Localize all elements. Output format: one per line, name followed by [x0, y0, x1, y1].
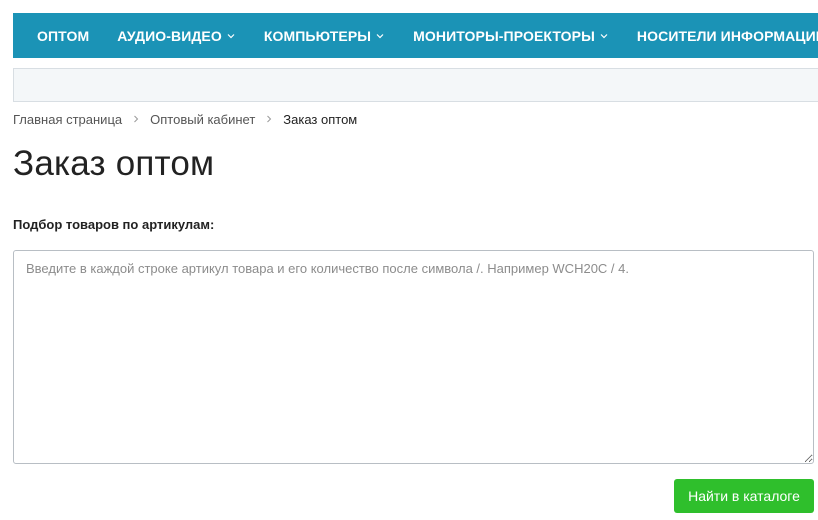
nav-item-monitors-projectors[interactable]: МОНИТОРЫ-ПРОЕКТОРЫ	[413, 28, 609, 44]
chevron-down-icon	[375, 31, 385, 41]
chevron-right-icon	[132, 114, 140, 124]
page: ОПТОМ АУДИО-ВИДЕО КОМПЬЮТЕРЫ МОНИТОРЫ-ПР…	[0, 0, 818, 520]
breadcrumb-link-wholesale-cabinet[interactable]: Оптовый кабинет	[150, 112, 255, 127]
main-nav: ОПТОМ АУДИО-ВИДЕО КОМПЬЮТЕРЫ МОНИТОРЫ-ПР…	[13, 13, 818, 58]
article-list-textarea[interactable]	[13, 250, 814, 464]
chevron-down-icon	[599, 31, 609, 41]
article-search-label: Подбор товаров по артикулам:	[13, 217, 215, 232]
nav-item-label: АУДИО-ВИДЕО	[117, 27, 222, 44]
breadcrumb: Главная страница Оптовый кабинет Заказ о…	[13, 110, 357, 128]
chevron-down-icon	[226, 31, 236, 41]
nav-item-storage-media[interactable]: НОСИТЕЛИ ИНФОРМАЦИИ	[637, 28, 818, 44]
chevron-right-icon	[265, 114, 273, 124]
find-in-catalog-button[interactable]: Найти в каталоге	[674, 479, 814, 513]
nav-item-optom[interactable]: ОПТОМ	[37, 28, 89, 44]
nav-item-label: КОМПЬЮТЕРЫ	[263, 27, 372, 44]
nav-item-label: МОНИТОРЫ-ПРОЕКТОРЫ	[413, 27, 595, 44]
page-title: Заказ оптом	[13, 144, 215, 183]
nav-item-label: ОПТОМ	[37, 27, 90, 44]
breadcrumb-current: Заказ оптом	[283, 111, 358, 127]
nav-item-audio-video[interactable]: АУДИО-ВИДЕО	[117, 28, 236, 44]
secondary-bar	[13, 68, 818, 102]
nav-item-label: НОСИТЕЛИ ИНФОРМАЦИИ	[636, 27, 818, 44]
nav-item-computers[interactable]: КОМПЬЮТЕРЫ	[264, 28, 385, 44]
breadcrumb-link-home[interactable]: Главная страница	[13, 112, 122, 127]
